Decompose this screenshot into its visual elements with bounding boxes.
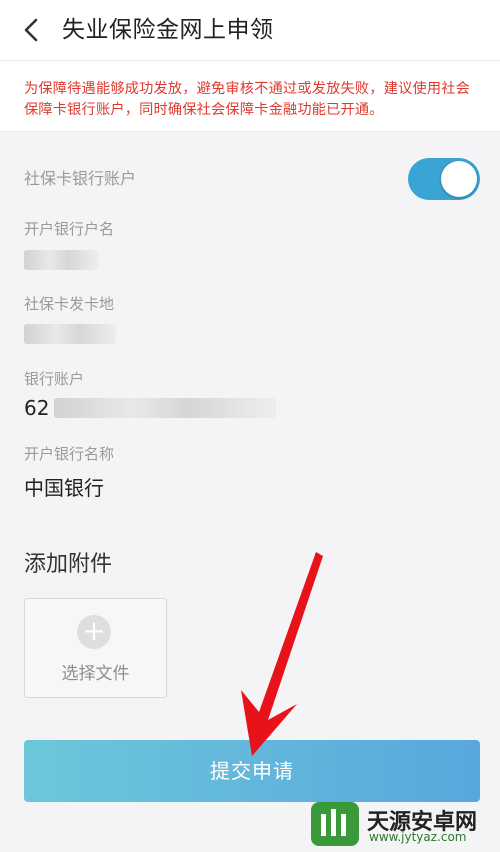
notice-banner: 为保障待遇能够成功发放，避免审核不通过或发放失败，建议使用社会保障卡银行账户，同… xyxy=(0,61,500,132)
choose-file-button[interactable]: + 选择文件 xyxy=(24,598,167,698)
card-issue-place-value-redacted xyxy=(24,324,116,344)
card-issue-place-label: 社保卡发卡地 xyxy=(24,295,115,313)
account-name-label: 开户银行户名 xyxy=(24,220,115,238)
bank-name-value: 中国银行 xyxy=(24,476,104,500)
social-card-account-toggle[interactable] xyxy=(408,158,480,200)
watermark-url: www.jytyaz.com xyxy=(369,830,467,844)
toggle-knob xyxy=(441,161,477,197)
bank-account-label: 银行账户 xyxy=(24,370,85,388)
bank-account-value-redacted xyxy=(54,398,276,418)
watermark: 天源安卓网 www.jytyaz.com xyxy=(305,800,495,850)
app-header: 失业保险金网上申领 xyxy=(0,0,500,61)
submit-application-button[interactable]: 提交申请 xyxy=(24,740,480,802)
bank-account-prefix: 62 xyxy=(24,396,50,420)
account-name-value-redacted xyxy=(24,250,98,270)
watermark-logo-icon xyxy=(311,802,359,846)
social-card-account-label: 社保卡银行账户 xyxy=(24,169,137,188)
page-title: 失业保险金网上申领 xyxy=(62,17,274,43)
attachments-title: 添加附件 xyxy=(24,552,113,577)
choose-file-label: 选择文件 xyxy=(61,664,130,684)
notice-text: 为保障待遇能够成功发放，避免审核不通过或发放失败，建议使用社会保障卡银行账户，同… xyxy=(24,81,471,118)
chevron-left-icon[interactable] xyxy=(18,16,46,44)
bank-name-label: 开户银行名称 xyxy=(24,445,115,463)
plus-icon: + xyxy=(77,615,111,649)
